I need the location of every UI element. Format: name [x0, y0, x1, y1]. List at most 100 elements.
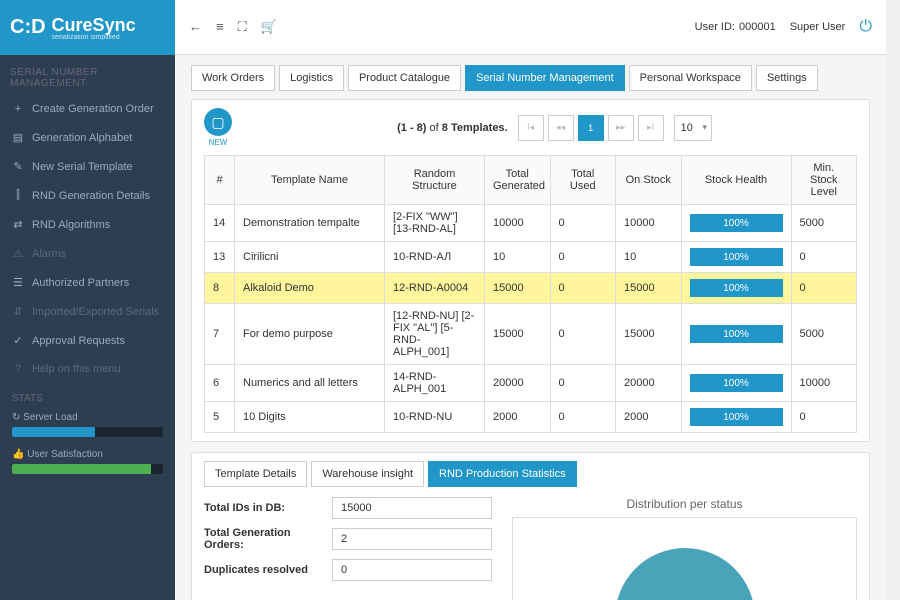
subtab-rnd-production-statistics[interactable]: RND Production Statistics: [428, 461, 577, 487]
col-header[interactable]: Total Used: [550, 156, 616, 205]
sub-tabs: Template DetailsWarehouse insightRND Pro…: [204, 461, 857, 487]
total-ids-value: 15000: [332, 497, 492, 519]
sidebar-item-6[interactable]: ☰Authorized Partners: [0, 268, 175, 297]
brand-logo[interactable]: C:⁠D CureSync serialization simplified: [0, 0, 175, 55]
pager-prev[interactable]: ◂◂: [548, 115, 574, 141]
cell-rs: [12-RND-NU] [2-FIX "AL"] [5-RND-ALPH_001…: [385, 304, 485, 365]
col-header[interactable]: Random Structure: [385, 156, 485, 205]
dup-value: 0: [332, 559, 492, 581]
sidebar-item-7[interactable]: ⇵ Imported/Exported Serials: [0, 297, 175, 326]
chart-title: Distribution per status: [512, 497, 857, 511]
cell-n: 5: [205, 402, 235, 433]
sidebar-item-5[interactable]: ⚠Alarms: [0, 239, 175, 268]
templates-panel: ▢ NEW (1 - 8) of 8 Templates. I◂ ◂◂ 1: [191, 99, 870, 442]
cell-sh: 100%: [681, 205, 791, 242]
user-id-label: User ID:: [695, 21, 735, 33]
sidebar-item-icon: +: [12, 103, 24, 115]
new-template-button[interactable]: ▢ NEW: [204, 108, 232, 147]
dup-label: Duplicates resolved: [204, 564, 324, 576]
col-header[interactable]: On Stock: [616, 156, 682, 205]
sidebar-item-0[interactable]: +Create Generation Order: [0, 95, 175, 123]
table-row[interactable]: 13 Cirilicni 10-RND-АЛ 10 0 10 100% 0: [205, 242, 857, 273]
back-icon[interactable]: ←: [189, 19, 202, 35]
cell-rs: 10-RND-NU: [385, 402, 485, 433]
sidebar-item-label: Authorized Partners: [32, 277, 129, 289]
vertical-scrollbar[interactable]: [886, 0, 900, 600]
sidebar-item-2[interactable]: ✎New Serial Template: [0, 152, 175, 181]
cell-ms: 5000: [791, 205, 857, 242]
cell-tu: 0: [550, 304, 616, 365]
sidebar-item-4[interactable]: ⇄RND Algorithms: [0, 210, 175, 239]
tab-product-catalogue[interactable]: Product Catalogue: [348, 65, 461, 91]
brand-name: CureSync: [52, 15, 136, 35]
pager-first[interactable]: I◂: [518, 115, 544, 141]
tab-settings[interactable]: Settings: [756, 65, 818, 91]
cell-n: 6: [205, 365, 235, 402]
cell-tu: 0: [550, 402, 616, 433]
tgo-label: Total Generation Orders:: [204, 527, 324, 551]
table-row[interactable]: 6 Numerics and all letters 14-RND-ALPH_0…: [205, 365, 857, 402]
cell-tg: 10000: [485, 205, 551, 242]
sidebar-item-9[interactable]: ?Help on this menu: [0, 355, 175, 383]
sidebar-item-label: Imported/Exported Serials: [32, 306, 159, 318]
cell-os: 10000: [616, 205, 682, 242]
cell-name: Numerics and all letters: [235, 365, 385, 402]
subtab-warehouse-insight[interactable]: Warehouse insight: [311, 461, 424, 487]
subtab-template-details[interactable]: Template Details: [204, 461, 307, 487]
cell-name: For demo purpose: [235, 304, 385, 365]
sidebar-item-label: RND Generation Details: [32, 190, 150, 202]
main-tabs: Work OrdersLogisticsProduct CatalogueSer…: [191, 65, 870, 91]
menu-icon[interactable]: ≡: [216, 19, 224, 35]
cell-os: 2000: [616, 402, 682, 433]
cart-icon[interactable]: 🛒: [261, 19, 277, 35]
cell-ms: 0: [791, 402, 857, 433]
tgo-value: 2: [332, 528, 492, 550]
table-row[interactable]: 8 Alkaloid Demo 12-RND-A0004 15000 0 150…: [205, 273, 857, 304]
sidebar-item-icon: ?: [12, 363, 24, 375]
pager-next[interactable]: ▸▸: [608, 115, 634, 141]
power-icon[interactable]: ⏻: [859, 18, 872, 36]
sidebar-item-icon: ▤: [12, 131, 24, 144]
sidebar: C:⁠D CureSync serialization simplified S…: [0, 0, 175, 600]
pager-last[interactable]: ▸I: [638, 115, 664, 141]
cell-os: 15000: [616, 304, 682, 365]
cell-sh: 100%: [681, 304, 791, 365]
pager-size-select[interactable]: 10: [674, 115, 712, 141]
col-header[interactable]: Min. Stock Level: [791, 156, 857, 205]
cell-rs: 14-RND-ALPH_001: [385, 365, 485, 402]
cell-tu: 0: [550, 273, 616, 304]
cell-tg: 15000: [485, 273, 551, 304]
stat-label: Server Load: [23, 412, 77, 423]
sidebar-item-icon: ⇵: [12, 305, 24, 318]
details-panel: Template DetailsWarehouse insightRND Pro…: [191, 452, 870, 600]
cell-sh: 100%: [681, 273, 791, 304]
sidebar-item-icon: ✎: [12, 160, 24, 173]
sidebar-stat-1: 👍 User Satisfaction: [0, 445, 175, 482]
cell-ms: 0: [791, 242, 857, 273]
col-header[interactable]: Template Name: [235, 156, 385, 205]
sidebar-item-1[interactable]: ▤Generation Alphabet: [0, 123, 175, 152]
sidebar-item-label: Alarms: [32, 248, 66, 260]
table-row[interactable]: 7 For demo purpose [12-RND-NU] [2-FIX "A…: [205, 304, 857, 365]
tab-work-orders[interactable]: Work Orders: [191, 65, 275, 91]
cell-name: Demonstration tempalte: [235, 205, 385, 242]
sidebar-item-icon: ✓: [12, 334, 24, 347]
topbar: ← ≡ ⛶ 🛒 User ID: 000001 Super User ⏻: [175, 0, 886, 55]
sidebar-item-3[interactable]: ⫿RND Generation Details: [0, 181, 175, 210]
col-header[interactable]: Stock Health: [681, 156, 791, 205]
sidebar-item-8[interactable]: ✓Approval Requests: [0, 326, 175, 355]
pager-info: (1 - 8) of 8 Templates.: [397, 122, 507, 134]
table-row[interactable]: 5 10 Digits 10-RND-NU 2000 0 2000 100% 0: [205, 402, 857, 433]
table-row[interactable]: 14 Demonstration tempalte [2-FIX "WW"] […: [205, 205, 857, 242]
col-header[interactable]: Total Generated: [485, 156, 551, 205]
col-header[interactable]: #: [205, 156, 235, 205]
pager-page-1[interactable]: 1: [578, 115, 604, 141]
cell-ms: 10000: [791, 365, 857, 402]
stat-icon: 👍: [12, 449, 24, 460]
fullscreen-icon[interactable]: ⛶: [238, 19, 247, 35]
tab-logistics[interactable]: Logistics: [279, 65, 344, 91]
tab-serial-number-management[interactable]: Serial Number Management: [465, 65, 625, 91]
sidebar-section-header: SERIAL NUMBER MANAGEMENT: [0, 55, 175, 95]
tab-personal-workspace[interactable]: Personal Workspace: [629, 65, 752, 91]
cell-sh: 100%: [681, 242, 791, 273]
